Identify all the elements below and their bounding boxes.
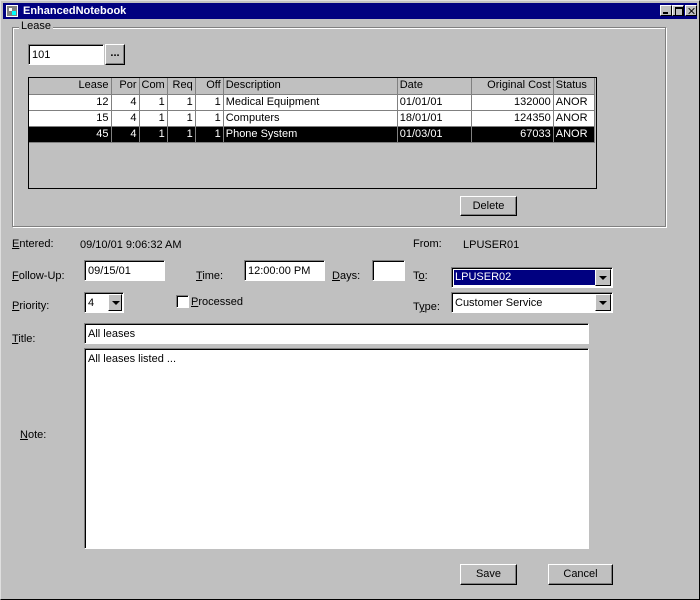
to-dropdown-button[interactable]	[595, 269, 611, 286]
cancel-button[interactable]: Cancel	[548, 564, 613, 585]
days-input[interactable]	[372, 260, 405, 281]
lease-input[interactable]: 101	[28, 44, 104, 65]
col-header-lease[interactable]: Lease	[29, 78, 112, 95]
type-combo-value: Customer Service	[455, 297, 543, 309]
processed-checkbox[interactable]	[176, 295, 189, 308]
col-header-status[interactable]: Status	[553, 78, 595, 95]
to-combo[interactable]: LPUSER02	[451, 267, 613, 288]
cell-date: 01/03/01	[397, 126, 472, 143]
title-label: Title:	[12, 333, 36, 345]
cell-off: 1	[195, 126, 224, 143]
app-icon[interactable]	[6, 5, 18, 17]
lease-browse-button[interactable]: ...	[105, 44, 125, 65]
cell-com: 1	[139, 110, 168, 127]
type-dropdown-button[interactable]	[595, 294, 611, 311]
cell-com: 1	[139, 126, 168, 143]
grid-header-row: Lease Por Com Req Off Description Date O…	[29, 78, 595, 95]
cell-com: 1	[139, 94, 168, 111]
cell-lease: 15	[29, 110, 112, 127]
cell-por: 4	[111, 126, 140, 143]
cell-lease: 12	[29, 94, 112, 111]
table-row[interactable]: 12 4 1 1 1 Medical Equipment 01/01/01 13…	[29, 94, 595, 111]
cell-date: 01/01/01	[397, 94, 472, 111]
cell-status: ANOR	[553, 110, 595, 127]
close-button[interactable]	[685, 5, 697, 16]
entered-value: 09/10/01 9:06:32 AM	[80, 239, 182, 251]
from-label: From:	[413, 238, 442, 250]
col-header-original-cost[interactable]: Original Cost	[471, 78, 554, 95]
cell-date: 18/01/01	[397, 110, 472, 127]
to-label: To:	[413, 270, 428, 282]
cell-por: 4	[111, 110, 140, 127]
cell-status: ANOR	[553, 126, 595, 143]
col-header-description[interactable]: Description	[223, 78, 398, 95]
cell-original-cost: 67033	[471, 126, 554, 143]
cell-description: Phone System	[223, 126, 398, 143]
cell-description: Computers	[223, 110, 398, 127]
followup-label: Follow-Up:	[12, 270, 65, 282]
minimize-button[interactable]	[660, 5, 672, 16]
col-header-date[interactable]: Date	[397, 78, 472, 95]
title-bar[interactable]: EnhancedNotebook	[3, 3, 697, 19]
processed-label[interactable]: Processed	[191, 295, 243, 309]
cell-original-cost: 132000	[471, 94, 554, 111]
delete-button[interactable]: Delete	[460, 196, 517, 216]
cell-off: 1	[195, 110, 224, 127]
col-header-off[interactable]: Off	[195, 78, 224, 95]
priority-combo-value: 4	[88, 297, 95, 309]
priority-dropdown-button[interactable]	[108, 294, 122, 311]
from-value: LPUSER01	[463, 239, 520, 251]
cell-status: ANOR	[553, 94, 595, 111]
save-button[interactable]: Save	[460, 564, 517, 585]
col-header-req[interactable]: Req	[167, 78, 196, 95]
enhanced-notebook-window: EnhancedNotebook Lease 101 ... Lease Por…	[0, 0, 700, 600]
lease-grid[interactable]: Lease Por Com Req Off Description Date O…	[28, 77, 597, 189]
priority-label: Priority:	[12, 300, 50, 312]
col-header-com[interactable]: Com	[139, 78, 168, 95]
col-header-por[interactable]: Por	[111, 78, 140, 95]
title-input[interactable]: All leases	[84, 323, 589, 344]
cell-por: 4	[111, 94, 140, 111]
note-label: Note:	[20, 429, 47, 441]
type-label: Type:	[413, 301, 440, 313]
priority-combo[interactable]: 4	[84, 292, 124, 313]
cell-lease: 45	[29, 126, 112, 143]
time-input[interactable]: 12:00:00 PM	[244, 260, 325, 281]
note-textarea[interactable]: All leases listed ...	[84, 348, 589, 549]
type-combo[interactable]: Customer Service	[451, 292, 613, 313]
cell-req: 1	[167, 110, 196, 127]
cell-original-cost: 124350	[471, 110, 554, 127]
cell-off: 1	[195, 94, 224, 111]
cell-req: 1	[167, 94, 196, 111]
window-title: EnhancedNotebook	[23, 5, 127, 17]
cell-req: 1	[167, 126, 196, 143]
lease-group-label: Lease	[19, 20, 53, 33]
table-row[interactable]: 15 4 1 1 1 Computers 18/01/01 124350 ANO…	[29, 110, 595, 127]
table-row[interactable]: 45 4 1 1 1 Phone System 01/03/01 67033 A…	[29, 126, 595, 143]
entered-label: Entered:	[12, 238, 54, 250]
followup-date-input[interactable]: 09/15/01	[84, 260, 165, 281]
to-combo-value: LPUSER02	[454, 270, 596, 285]
time-label: Time:	[196, 270, 224, 282]
maximize-button[interactable]	[672, 5, 684, 16]
cell-description: Medical Equipment	[223, 94, 398, 111]
days-label: Days:	[332, 270, 361, 282]
